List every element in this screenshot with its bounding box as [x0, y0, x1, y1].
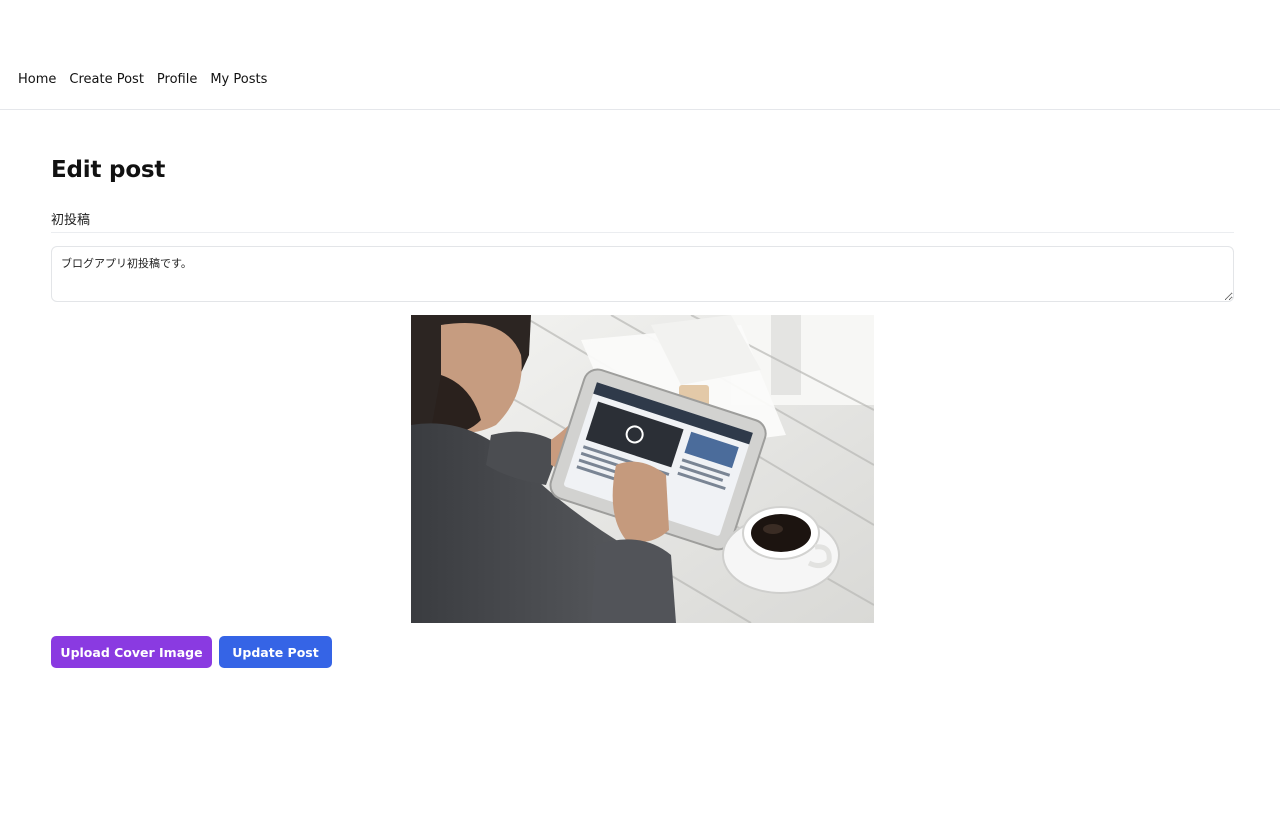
page-title: Edit post: [51, 157, 166, 183]
form-actions: Upload Cover Image Update Post: [51, 636, 332, 668]
post-content-textarea[interactable]: ブログアプリ初投稿です。: [51, 246, 1234, 302]
nav-link-profile[interactable]: Profile: [157, 72, 197, 88]
nav-links: Home Create Post Profile My Posts: [18, 72, 267, 88]
cover-photo-illustration: [411, 315, 874, 623]
cover-image: [411, 315, 874, 623]
post-title-input[interactable]: [51, 205, 1234, 233]
top-nav: Home Create Post Profile My Posts: [0, 0, 1280, 110]
update-post-button[interactable]: Update Post: [219, 636, 332, 668]
upload-cover-image-button[interactable]: Upload Cover Image: [51, 636, 212, 668]
nav-link-my-posts[interactable]: My Posts: [210, 72, 267, 88]
nav-link-create-post[interactable]: Create Post: [69, 72, 144, 88]
nav-link-home[interactable]: Home: [18, 72, 56, 88]
edit-post-form: Edit post ブログアプリ初投稿です。: [51, 150, 1234, 668]
